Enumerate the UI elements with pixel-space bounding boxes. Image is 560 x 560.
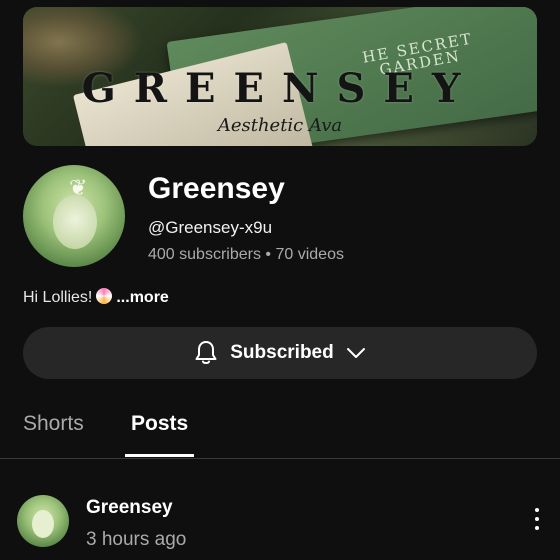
tab-shorts[interactable]: Shorts [23,412,84,436]
active-tab-indicator [125,454,194,457]
channel-banner: HE SECRET GARDEN GREENSEY Aesthetic Ava [23,7,537,146]
subscriber-count: 400 subscribers [148,246,261,263]
banner-tagline: Aesthetic Ava [217,115,343,136]
lollipop-icon [96,288,113,304]
bell-icon [195,341,217,364]
channel-stats: 400 subscribers • 70 videos [148,246,344,264]
channel-description[interactable]: Hi Lollies! ...more [23,288,169,307]
channel-tabs: Shorts Posts [0,400,560,459]
chevron-down-icon [346,348,365,358]
more-link[interactable]: ...more [116,289,168,306]
banner-brand-text: GREENSEY [81,65,479,112]
post-author-name[interactable]: Greensey [86,497,173,519]
avatar-face [53,195,97,249]
more-vertical-icon[interactable] [530,508,544,538]
channel-handle: @Greensey-x9u [148,218,273,237]
post-timestamp: 3 hours ago [86,529,187,550]
avatar-face [32,510,54,538]
tab-posts[interactable]: Posts [131,412,188,436]
description-text: Hi Lollies! [23,289,93,306]
subscribed-label: Subscribed [230,342,334,363]
post-author-avatar[interactable] [17,495,69,547]
channel-name: Greensey [148,172,285,205]
video-count: 70 videos [275,246,344,263]
butterfly-icon: ❦ [69,175,88,200]
channel-avatar[interactable]: ❦ [23,165,125,267]
subscribed-button[interactable]: Subscribed [23,327,537,379]
stats-separator: • [265,246,272,263]
